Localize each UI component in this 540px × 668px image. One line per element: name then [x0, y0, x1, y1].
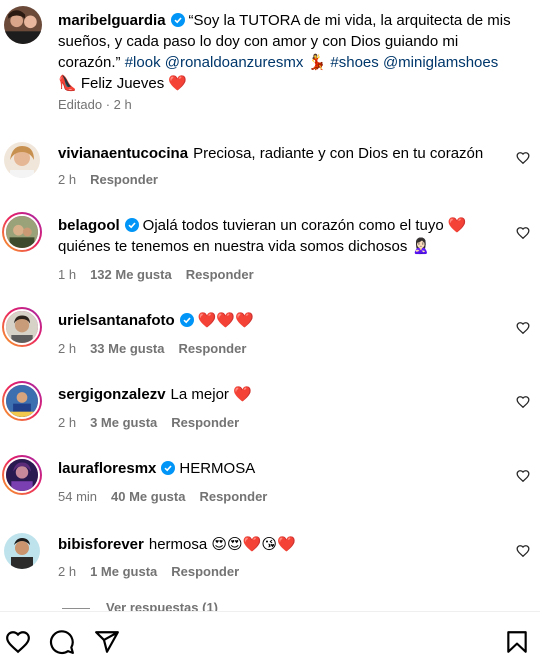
comment-time: 2 h — [58, 415, 77, 430]
reply-button[interactable]: Responder — [171, 415, 239, 430]
comment-username[interactable]: urielsantanafoto — [58, 312, 175, 329]
comment-meta: 2 h 1 Me gusta Responder — [58, 564, 253, 579]
emoji-heart: ❤️ — [168, 75, 188, 92]
comment-body: sergigonzalezv La mejor ❤️ — [58, 384, 500, 405]
heart-icon[interactable] — [516, 226, 530, 240]
likes-count[interactable]: 40 Me gusta — [111, 489, 185, 504]
avatar[interactable] — [4, 6, 42, 44]
verified-badge-icon — [179, 313, 194, 327]
mention-ronaldoanzuresmx[interactable]: @ronaldoanzuresmx — [165, 54, 304, 71]
heart-icon[interactable] — [516, 321, 530, 335]
caption-meta: Editado · 2 h — [58, 97, 146, 112]
comment-body: vivianaentucocina Preciosa, radiante y co… — [58, 143, 500, 164]
comment-time: 2 h — [58, 564, 77, 579]
comment-username[interactable]: vivianaentucocina — [58, 145, 188, 162]
comment-meta: 2 h Responder — [58, 172, 172, 187]
caption-closing: Feliz Jueves — [80, 75, 165, 92]
caption-username[interactable]: maribelguardia — [58, 12, 166, 29]
reply-button[interactable]: Responder — [199, 489, 267, 504]
edited-time: Editado · 2 h — [58, 97, 132, 112]
comment-username[interactable]: laurafloresmx — [58, 460, 156, 477]
comment-time: 54 min — [58, 489, 98, 504]
heart-icon[interactable] — [516, 544, 530, 558]
comment-meta: 2 h 33 Me gusta Responder — [58, 341, 260, 356]
hashtag-shoes[interactable]: #shoes — [330, 54, 378, 71]
comment-meta: 54 min 40 Me gusta Responder — [58, 489, 281, 504]
comment-text: Preciosa, radiante y con Dios en tu cora… — [193, 145, 484, 162]
comment-text: hermosa 😍😍❤️😘❤️ — [148, 536, 296, 553]
comment-time: 2 h — [58, 341, 77, 356]
avatar[interactable] — [2, 455, 42, 495]
avatar[interactable] — [2, 212, 42, 252]
reply-button[interactable]: Responder — [90, 172, 158, 187]
heart-icon[interactable] — [516, 151, 530, 165]
likes-count[interactable]: 3 Me gusta — [90, 415, 157, 430]
verified-badge-icon — [170, 13, 185, 27]
reply-button[interactable]: Responder — [179, 341, 247, 356]
comment-username[interactable]: belagool — [58, 217, 120, 234]
comment-body: urielsantanafoto ❤️❤️❤️ — [58, 310, 500, 331]
avatar[interactable] — [2, 307, 42, 347]
comment-meta: 1 h 132 Me gusta Responder — [58, 267, 268, 282]
hashtag-look[interactable]: #look — [125, 54, 161, 71]
comment-icon[interactable] — [49, 629, 75, 655]
comment-body: laurafloresmx HERMOSA — [58, 458, 500, 479]
bookmark-icon[interactable] — [504, 629, 530, 655]
comment-body: belagool Ojalá todos tuvieran un corazón … — [58, 215, 500, 257]
verified-badge-icon — [124, 218, 139, 232]
likes-count[interactable]: 33 Me gusta — [90, 341, 164, 356]
share-icon[interactable] — [94, 629, 120, 655]
comment-text: La mejor ❤️ — [170, 386, 252, 403]
mention-miniglamshoes[interactable]: @miniglamshoes — [383, 54, 498, 71]
comment-body: bibisforever hermosa 😍😍❤️😘❤️ — [58, 534, 500, 555]
comment-time: 1 h — [58, 267, 77, 282]
verified-badge-icon — [161, 461, 176, 475]
comment-text: HERMOSA — [179, 460, 256, 477]
comment-meta: 2 h 3 Me gusta Responder — [58, 415, 253, 430]
comment-time: 2 h — [58, 172, 77, 187]
comment-username[interactable]: bibisforever — [58, 536, 144, 553]
reply-button[interactable]: Responder — [171, 564, 239, 579]
comment-username[interactable]: sergigonzalezv — [58, 386, 166, 403]
heart-icon[interactable] — [5, 629, 31, 655]
emoji-dancer: 💃 — [307, 54, 327, 71]
emoji-heel: 👠 — [58, 75, 77, 92]
avatar[interactable] — [4, 142, 40, 178]
reply-button[interactable]: Responder — [186, 267, 254, 282]
likes-count[interactable]: 132 Me gusta — [90, 267, 172, 282]
replies-divider — [62, 608, 90, 610]
comment-text: ❤️❤️❤️ — [197, 312, 254, 329]
heart-icon[interactable] — [516, 395, 530, 409]
avatar[interactable] — [2, 381, 42, 421]
heart-icon[interactable] — [516, 469, 530, 483]
post-action-bar — [0, 611, 540, 668]
avatar[interactable] — [4, 533, 40, 569]
likes-count[interactable]: 1 Me gusta — [90, 564, 157, 579]
caption-body: maribelguardia “Soy la TUTORA de mi vida,… — [58, 10, 522, 94]
